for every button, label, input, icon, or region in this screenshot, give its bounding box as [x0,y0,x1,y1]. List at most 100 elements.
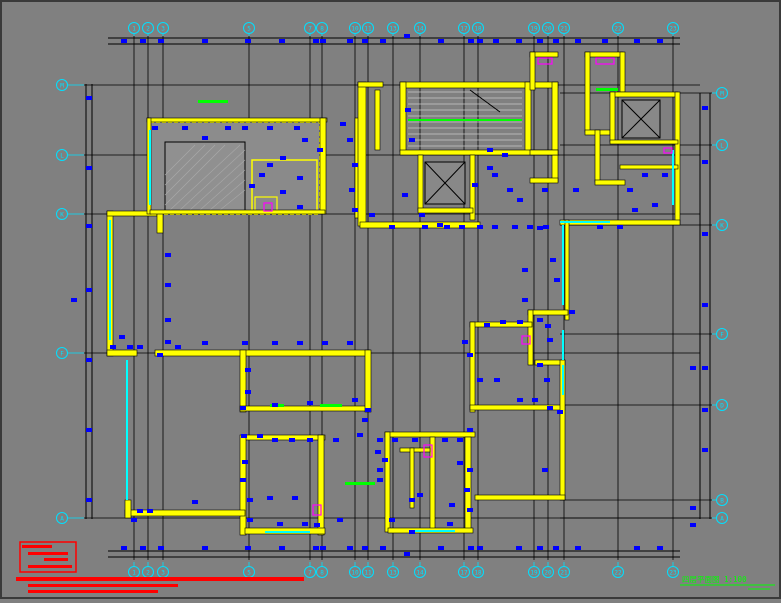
axis-bubble-bottom: 13 [387,562,399,578]
axis-bubble-top: 14 [414,22,426,36]
axis-bubble-bottom: 18 [472,562,484,578]
axis-bubble-label: 2 [146,570,150,577]
axis-bubble-label: F [720,332,724,339]
axis-bubble-label: 8 [320,26,324,33]
axis-bubble-left: A [56,512,84,524]
axis-bubble-bottom: 1 [128,562,140,578]
axis-bubble-label: 17 [460,26,468,33]
axis-bubble-top: 1 [128,22,140,36]
axis-bubble-bottom: 3 [157,562,169,578]
axis-bubble-label: 18 [474,26,482,33]
axis-bubble-right: K [712,219,728,231]
axis-bubble-label: K [720,223,724,230]
axis-bubble-bottom: 23 [667,562,679,578]
axis-bubble-label: 19 [530,570,538,577]
axis-bubble-top: 11 [362,22,374,36]
axis-bubble-label: D [720,403,724,410]
axis-bubble-left: L [56,149,84,161]
axis-bubble-label: 14 [416,570,424,577]
axis-bubble-label: L [60,153,64,160]
axis-bubble-label: M [720,91,724,98]
axis-bubble-label: 2 [146,26,150,33]
axis-bubble-top: 21 [558,22,570,36]
axis-bubble-bottom: 21 [558,562,570,578]
axis-bubble-top: 20 [542,22,554,36]
axis-bubble-label: 21 [560,570,568,577]
axis-bubble-label: 1 [132,570,136,577]
axis-bubble-label: 3 [161,26,165,33]
axis-bubble-top: 10 [349,22,361,36]
axis-bubble-right: M [712,87,728,99]
axis-bubble-top: 5 [243,22,255,36]
axis-bubble-top: 7 [304,22,316,36]
axis-bubble-bottom: 17 [458,562,470,578]
axis-bubble-bottom: 5 [243,562,255,578]
axis-bubble-top: 8 [316,22,328,36]
axis-bubble-label: A [720,516,724,523]
axis-bubble-label: 13 [389,570,397,577]
dimension-lines [85,37,711,558]
axis-bubble-label: 14 [416,26,424,33]
axis-bubble-top: 3 [157,22,169,36]
axis-bubble-top: 13 [387,22,399,36]
axis-bubble-label: 22 [614,26,622,33]
axis-bubble-bottom: 10 [349,562,361,578]
hatched-room [149,121,321,215]
floor-plan-canvas: 1 2 3 5 7 8 10 11 13 14 17 18 19 20 21 22 231 2 3 5 7 8 10 11 13… [0,0,781,599]
axis-bubble-label: 13 [389,26,397,33]
axis-bubble-label: M [60,83,64,90]
axis-bubble-left: K [56,208,84,220]
axis-bubble-label: 18 [474,570,482,577]
axis-bubble-bottom: 22 [612,562,624,578]
axis-bubble-label: 7 [308,26,312,33]
caption-text: 四层平面图 1:100 [682,575,747,584]
axis-bubble-bottom: 11 [362,562,374,578]
axis-bubble-right: B [712,494,728,506]
axis-bubble-label: 11 [364,570,372,577]
axis-bubble-label: 5 [247,570,251,577]
axis-bubble-left: M [56,79,84,91]
axis-bubble-label: F [60,351,64,358]
axis-bubble-label: B [720,498,724,505]
axis-bubble-label: 20 [544,570,552,577]
axis-bubble-right: L [712,139,728,151]
axis-bubble-bottom: 19 [528,562,540,578]
axis-bubble-label: 10 [351,26,359,33]
axis-bubble-label: K [60,212,64,219]
axis-bubble-label: 1 [132,26,136,33]
axis-bubble-label: 11 [364,26,372,33]
axis-bubble-label: 3 [161,570,165,577]
axis-bubble-label: 19 [530,26,538,33]
axis-bubble-label: A [60,516,64,523]
axis-bubble-label: 22 [614,570,622,577]
axis-bubble-right: F [712,328,728,340]
axis-bubble-label: 8 [320,570,324,577]
floor-plan-drawing: 1 2 3 5 7 8 10 11 13 14 17 18 19 20 21 22 23 1 2 3 5 7 8 10 11 13… [0,0,781,599]
axis-bubble-right: A [712,512,728,524]
staircase [408,89,522,147]
axis-bubble-label: 7 [308,570,312,577]
axis-bubble-top: 22 [612,22,624,36]
axis-bubble-label: 17 [460,570,468,577]
axis-bubble-top: 23 [667,22,679,36]
axis-bubble-label: 5 [247,26,251,33]
axis-bubble-bottom: 8 [316,562,328,578]
axis-bubble-label: 23 [669,26,677,33]
drawing-caption: 四层平面图 1:100 [680,575,775,590]
axis-bubble-label: L [720,143,724,150]
axis-bubble-bottom: 7 [304,562,316,578]
axis-bubble-top: 17 [458,22,470,36]
axis-bubble-label: 21 [560,26,568,33]
axis-bubble-bottom: 20 [542,562,554,578]
axis-bubble-right: D [712,399,728,411]
axis-bubble-label: 20 [544,26,552,33]
axis-bubble-top: 18 [472,22,484,36]
drawing-frame [0,0,781,599]
axis-bubble-label: 10 [351,570,359,577]
axis-bubble-bottom: 14 [414,562,426,578]
axis-bubble-left: F [56,347,84,359]
axis-bubble-bottom: 2 [142,562,154,578]
axis-bubble-top: 2 [142,22,154,36]
axis-bubble-label: 23 [669,570,677,577]
axis-bubble-top: 19 [528,22,540,36]
